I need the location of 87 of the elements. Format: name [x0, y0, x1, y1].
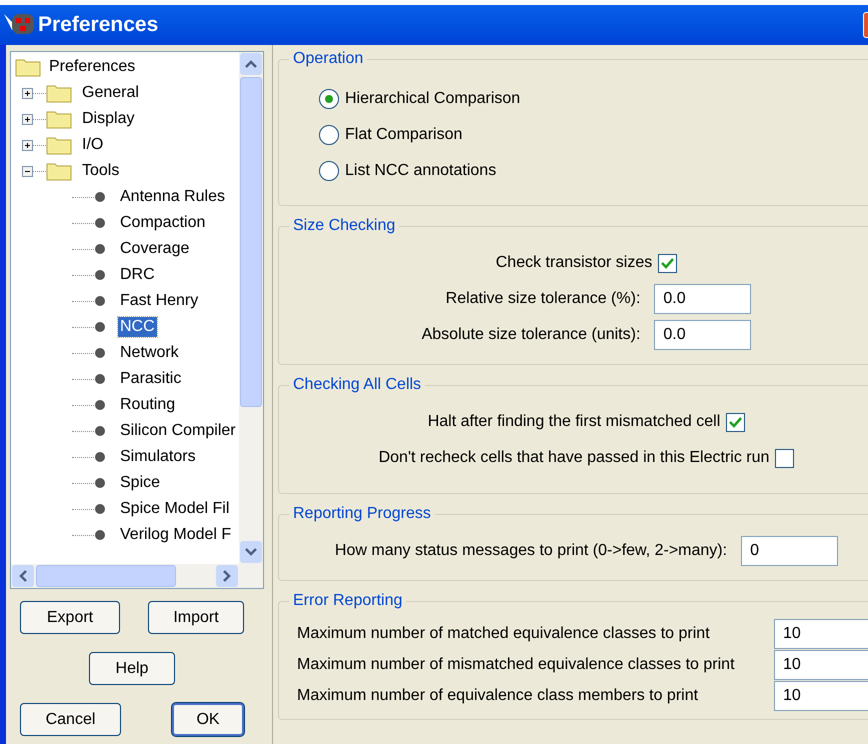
tree-item[interactable]: Verilog Model F [118, 525, 234, 545]
dialog-button[interactable]: OK [172, 703, 244, 736]
input-field[interactable]: 0.0 [654, 320, 752, 350]
radio-label: List NCC annotations [345, 161, 496, 181]
section-title: Checking All Cells [292, 375, 422, 395]
minus-icon[interactable] [22, 166, 33, 176]
checkbox[interactable] [658, 254, 678, 272]
scroll-right-icon[interactable] [223, 570, 231, 582]
tree-item[interactable]: Compaction [118, 213, 208, 233]
section-title: Error Reporting [292, 591, 404, 611]
horizontal-scrollbar[interactable] [11, 564, 263, 588]
section-title: Reporting Progress [292, 504, 432, 524]
bullet-icon [94, 243, 106, 255]
plus-icon[interactable] [22, 140, 33, 150]
dialog-button[interactable]: Export [20, 601, 120, 634]
bullet-icon [94, 503, 106, 515]
input-field[interactable]: 10 [774, 681, 868, 711]
section-title: Size Checking [292, 216, 396, 236]
tree-item[interactable]: DRC [118, 265, 157, 285]
field-label: Maximum number of mismatched equivalence classes to print [297, 655, 736, 675]
folder-icon [15, 57, 41, 77]
dialog-button[interactable]: Help [89, 652, 175, 685]
vertical-scrollbar[interactable] [239, 52, 263, 564]
field-label: Maximum number of matched equivalence classes to print [297, 624, 711, 644]
bullet-icon [94, 269, 106, 281]
tree-item[interactable]: Spice Model Fil [118, 499, 232, 519]
tree-item[interactable]: I/O [80, 135, 106, 155]
input-field[interactable]: 0.0 [654, 284, 752, 314]
dialog-button[interactable]: Cancel [20, 703, 121, 736]
check-icon [729, 416, 742, 428]
radio-button[interactable] [319, 125, 339, 145]
radio-button[interactable] [319, 161, 339, 181]
folder-icon [46, 83, 72, 103]
checkbox-label: Halt after finding the first mismatched cell [428, 412, 720, 432]
input-field[interactable]: 0 [741, 536, 838, 566]
field-label: Relative size tolerance (%): [446, 289, 640, 309]
tree-item[interactable]: Spice [118, 473, 162, 493]
bullet-icon [94, 217, 106, 229]
folder-icon [46, 135, 72, 155]
scroll-up-icon[interactable] [245, 60, 257, 68]
radio-button[interactable] [319, 89, 339, 109]
bullet-icon [94, 191, 106, 203]
tree-item[interactable]: Display [80, 109, 136, 129]
scroll-thumb[interactable] [36, 565, 176, 587]
tree-item[interactable]: Parasitic [118, 369, 184, 389]
plus-icon[interactable] [22, 114, 33, 124]
check-icon [661, 258, 674, 268]
radio-label: Flat Comparison [345, 125, 462, 145]
tree-item[interactable]: Tools [80, 161, 122, 181]
checkbox-label: Don't recheck cells that have passed in this Electric run [378, 448, 770, 468]
bullet-icon [94, 295, 106, 307]
tree-item[interactable]: Coverage [118, 239, 192, 259]
radio-label: Hierarchical Comparison [345, 89, 520, 109]
input-field[interactable]: 10 [774, 650, 868, 680]
window-title: Preferences [38, 12, 158, 38]
checkbox[interactable] [726, 412, 746, 432]
bullet-icon [94, 399, 106, 411]
folder-icon [46, 109, 72, 129]
tree-item[interactable]: NCC [118, 317, 157, 337]
field-label: How many status messages to print (0->few, 2->many): [334, 541, 728, 561]
scroll-thumb[interactable] [240, 77, 262, 407]
tree-item[interactable]: General [80, 83, 141, 103]
bullet-icon [94, 425, 106, 437]
tree-item[interactable]: Fast Henry [118, 291, 200, 311]
dialog-button[interactable]: Import [148, 601, 244, 634]
section-title: Operation [292, 49, 364, 69]
tree-item[interactable]: Silicon Compiler [118, 421, 238, 441]
bullet-icon [94, 321, 106, 333]
bullet-icon [94, 373, 106, 385]
folder-icon [46, 161, 72, 181]
field-label: Maximum number of equivalence class members to print [297, 686, 700, 706]
tree-item[interactable]: Antenna Rules [118, 187, 227, 207]
tree-item[interactable]: Network [118, 343, 181, 363]
scroll-left-icon[interactable] [19, 570, 27, 582]
tree-item[interactable]: Simulators [118, 447, 198, 467]
checkbox[interactable] [775, 448, 794, 468]
bullet-icon [94, 451, 106, 463]
field-label: Absolute size tolerance (units): [422, 325, 640, 345]
bullet-icon [94, 529, 106, 541]
scroll-down-icon[interactable] [245, 548, 257, 556]
input-field[interactable]: 10 [774, 619, 868, 649]
tree-item[interactable]: Routing [118, 395, 178, 415]
bullet-icon [94, 347, 106, 359]
plus-icon[interactable] [22, 88, 33, 98]
tree-item[interactable]: Preferences [47, 57, 138, 77]
checkbox-label: Check transistor sizes [496, 253, 652, 273]
bullet-icon [94, 477, 106, 489]
